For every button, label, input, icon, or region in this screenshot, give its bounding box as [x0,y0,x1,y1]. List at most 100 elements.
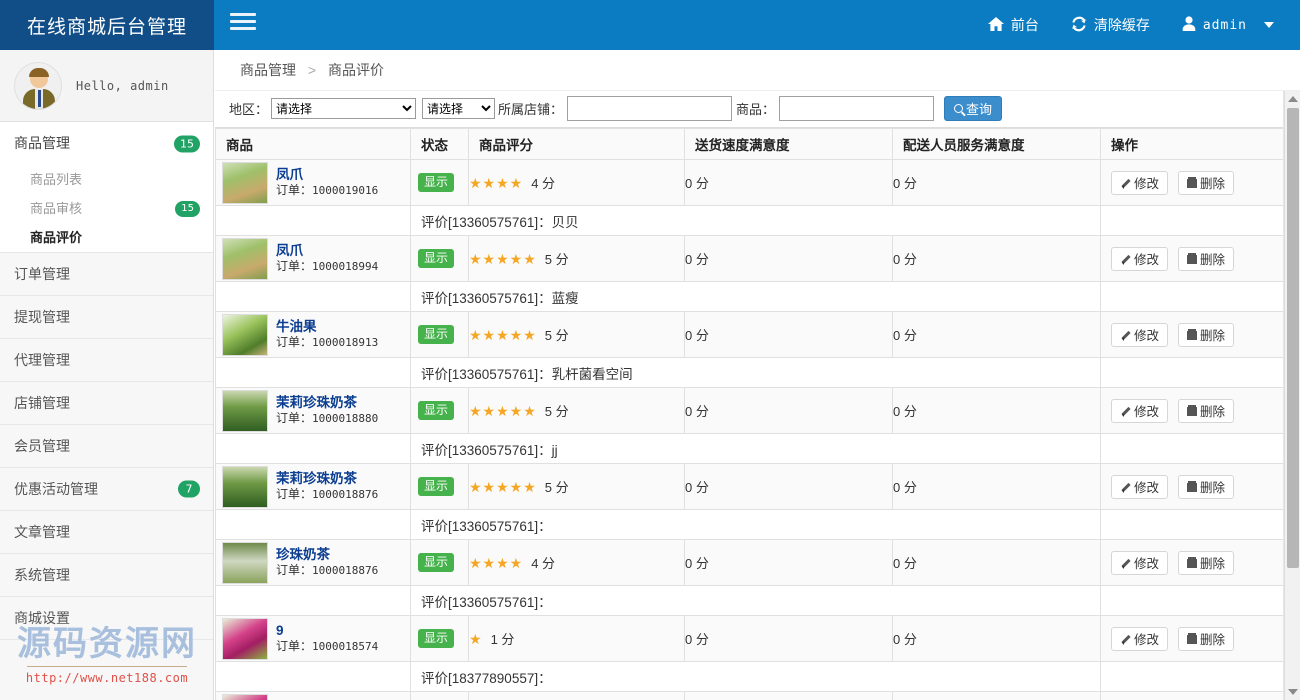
product-thumbnail [222,617,268,660]
region-sub-select[interactable]: 请选择 [422,98,496,119]
delete-button[interactable]: 删除 [1178,170,1235,195]
scroll-up-arrow-icon[interactable] [1288,96,1298,102]
scrollbar-thumb[interactable] [1287,108,1299,568]
sidebar-item-shop-management[interactable]: 店铺管理 [0,382,213,425]
product-name[interactable]: 9 [276,623,378,640]
cell-product: 9 订单：1000018552 [215,691,411,700]
delete-button[interactable]: 删除 [1178,322,1235,347]
sidebar-item-member-management[interactable]: 会员管理 [0,425,213,468]
brand-logo[interactable]: 在线商城后台管理 [0,0,214,50]
sidebar-item-promotion-management[interactable]: 优惠活动管理 7 [0,468,213,511]
cell-status: 显示 [410,539,469,586]
status-badge[interactable]: 显示 [418,553,455,572]
cell-product: 茉莉珍珠奶茶 订单：1000018880 [215,387,411,434]
edit-button[interactable]: 修改 [1111,322,1169,347]
chevron-down-icon[interactable] [1264,22,1274,28]
vertical-scrollbar[interactable] [1284,91,1300,700]
cell-actions: 修改 删除 [1100,159,1285,206]
comment-spacer [215,281,411,312]
edit-button[interactable]: 修改 [1111,170,1169,195]
sidebar-item-goods-management[interactable]: 商品管理 15 [0,122,213,165]
edit-button[interactable]: 修改 [1111,550,1169,575]
edit-button[interactable]: 修改 [1111,626,1169,651]
product-name[interactable]: 凤爪 [276,167,378,184]
nav-user-menu[interactable]: admin [1166,0,1290,50]
status-badge[interactable]: 显示 [418,325,455,344]
product-thumbnail [222,389,268,432]
sidebar-item-order-management[interactable]: 订单管理 [0,253,213,296]
cell-status: 显示 [410,235,469,282]
delete-button[interactable]: 删除 [1178,246,1235,271]
pencil-icon [1120,253,1131,265]
cell-product-score: ★★★★★ 5 分 [468,311,685,358]
sidebar-item-label: 店铺管理 [14,395,70,411]
product-order: 订单：1000018880 [276,411,379,426]
status-badge[interactable]: 显示 [418,477,455,496]
comment-row: 评价[13360575761]：贝贝 [215,205,1285,236]
sidebar-item-label: 系统管理 [14,567,70,583]
nav-frontend-button[interactable]: 前台 [972,0,1055,50]
delete-button-label: 删除 [1200,405,1226,419]
edit-button-label: 修改 [1134,633,1160,647]
sidebar-item-article-management[interactable]: 文章管理 [0,511,213,554]
product-name[interactable]: 茉莉珍珠奶茶 [276,471,378,488]
status-badge[interactable]: 显示 [418,401,455,420]
sidebar-item-label: 优惠活动管理 [14,481,98,497]
breadcrumb: 商品管理 > 商品评价 [215,50,1300,91]
breadcrumb-parent[interactable]: 商品管理 [240,62,296,78]
goods-label: 商品： [736,102,776,117]
search-icon [954,104,964,113]
edit-button[interactable]: 修改 [1111,398,1169,423]
trash-icon [1187,177,1198,188]
sidebar-item-withdraw-management[interactable]: 提现管理 [0,296,213,339]
sidebar-item-label: 提现管理 [14,309,70,325]
cell-product: 茉莉珍珠奶茶 订单：1000018876 [215,463,411,510]
comment-text: 评价[13360575761]： [410,509,1101,540]
cell-actions: 修改 删除 [1100,387,1285,434]
sidebar-item-agent-management[interactable]: 代理管理 [0,339,213,382]
hamburger-icon[interactable] [230,13,256,35]
shop-input[interactable] [567,96,733,121]
filter-bar: 地区： 请选择 请选择 所属店铺： 商品： 查询 [215,91,1300,126]
pencil-icon [1120,481,1131,493]
status-badge[interactable]: 显示 [418,629,455,648]
comment-text: 评价[13360575761]：jj [410,433,1101,464]
table-row: 珍珠奶茶 订单：1000018876 显示 ★★★★ 4 分 0 分 0 分 修改… [215,539,1285,586]
sidebar-item-goods-list[interactable]: 商品列表 [0,165,213,194]
delete-button[interactable]: 删除 [1178,474,1235,499]
sidebar-item-goods-audit[interactable]: 商品审核 15 [0,194,213,223]
sidebar-item-system-management[interactable]: 系统管理 [0,554,213,597]
product-name[interactable]: 凤爪 [276,243,378,260]
table-row: 9 订单：1000018574 显示 ★ 1 分 0 分 0 分 修改 删除 [215,615,1285,662]
admin-page: 在线商城后台管理 前台 清除缓存 admin Hello, admin 商品管理… [0,0,1300,700]
status-badge[interactable]: 显示 [418,249,455,268]
region-select[interactable]: 请选择 [271,98,417,119]
nav-clear-cache-button[interactable]: 清除缓存 [1055,0,1166,50]
edit-button[interactable]: 修改 [1111,246,1169,271]
product-score: 5 分 [544,328,569,343]
product-thumbnail [222,313,268,356]
sidebar-item-goods-review[interactable]: 商品评价 [0,223,213,252]
table-body: 凤爪 订单：1000019016 显示 ★★★★ 4 分 0 分 0 分 修改 删… [215,159,1285,700]
edit-button[interactable]: 修改 [1111,474,1169,499]
comment-spacer [215,205,411,236]
top-bar: 在线商城后台管理 前台 清除缓存 admin [0,0,1300,50]
table-header-row: 商品 状态 商品评分 送货速度满意度 配送人员服务满意度 操作 [215,128,1285,160]
delete-button[interactable]: 删除 [1178,398,1235,423]
goods-input[interactable] [779,96,935,121]
product-name[interactable]: 珍珠奶茶 [276,547,378,564]
scroll-down-arrow-icon[interactable] [1288,689,1298,695]
pencil-icon [1120,177,1131,189]
product-name[interactable]: 茉莉珍珠奶茶 [276,395,378,412]
breadcrumb-separator: > [307,62,317,78]
comment-spacer [215,585,411,616]
cell-delivery-speed: 0 分 [684,539,893,586]
query-button[interactable]: 查询 [944,96,1003,121]
status-badge[interactable]: 显示 [418,173,455,192]
sidebar-item-label: 代理管理 [14,352,70,368]
delete-button[interactable]: 删除 [1178,626,1235,651]
product-score: 5 分 [544,480,569,495]
delete-button[interactable]: 删除 [1178,550,1235,575]
delete-button-label: 删除 [1200,329,1226,343]
product-name[interactable]: 牛油果 [276,319,378,336]
